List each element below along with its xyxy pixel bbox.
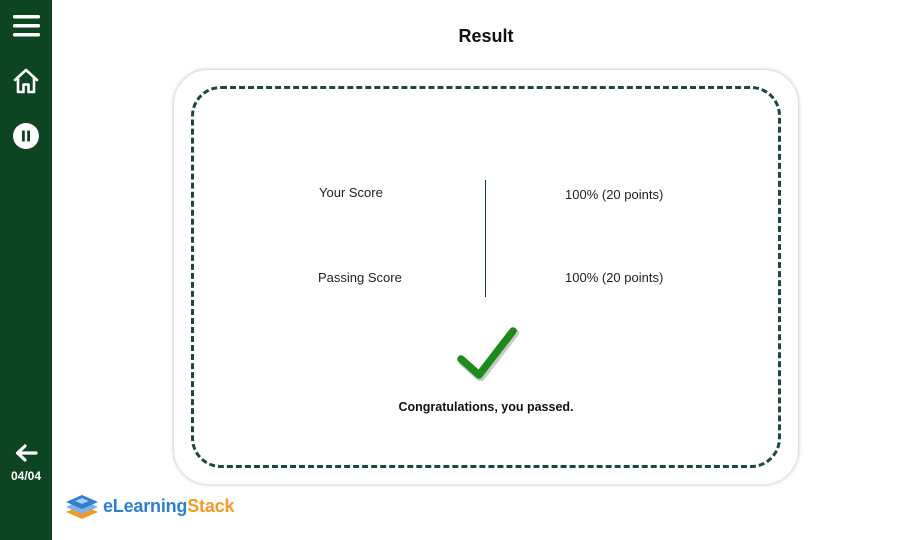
home-icon [13, 68, 39, 94]
menu-button[interactable] [0, 12, 52, 40]
logo-text-stack: Stack [187, 495, 235, 516]
back-button[interactable] [0, 443, 52, 463]
passing-score-value: 100% (20 points) [565, 270, 664, 285]
your-score-value: 100% (20 points) [565, 187, 664, 202]
arrow-left-icon [15, 444, 38, 462]
pause-icon [13, 123, 39, 149]
result-card: Your Score 100% (20 points) Passing Scor… [174, 70, 798, 484]
logo-text-elearning: eLearning [103, 495, 188, 516]
pause-button[interactable] [0, 122, 52, 150]
passing-score-label: Passing Score [318, 270, 402, 285]
slide-counter: 04/04 [10, 469, 42, 483]
hamburger-menu-icon [12, 15, 40, 37]
score-divider [485, 180, 486, 297]
your-score-label: Your Score [319, 185, 383, 200]
result-message: Congratulations, you passed. [398, 400, 574, 414]
stacked-books-logo-icon [66, 495, 98, 519]
sidebar: 04/04 [0, 0, 52, 540]
page-title: Result [458, 26, 514, 46]
home-button[interactable] [0, 66, 52, 96]
checkmark-icon [457, 327, 519, 381]
brand-logo: eLearningStack [64, 491, 234, 521]
